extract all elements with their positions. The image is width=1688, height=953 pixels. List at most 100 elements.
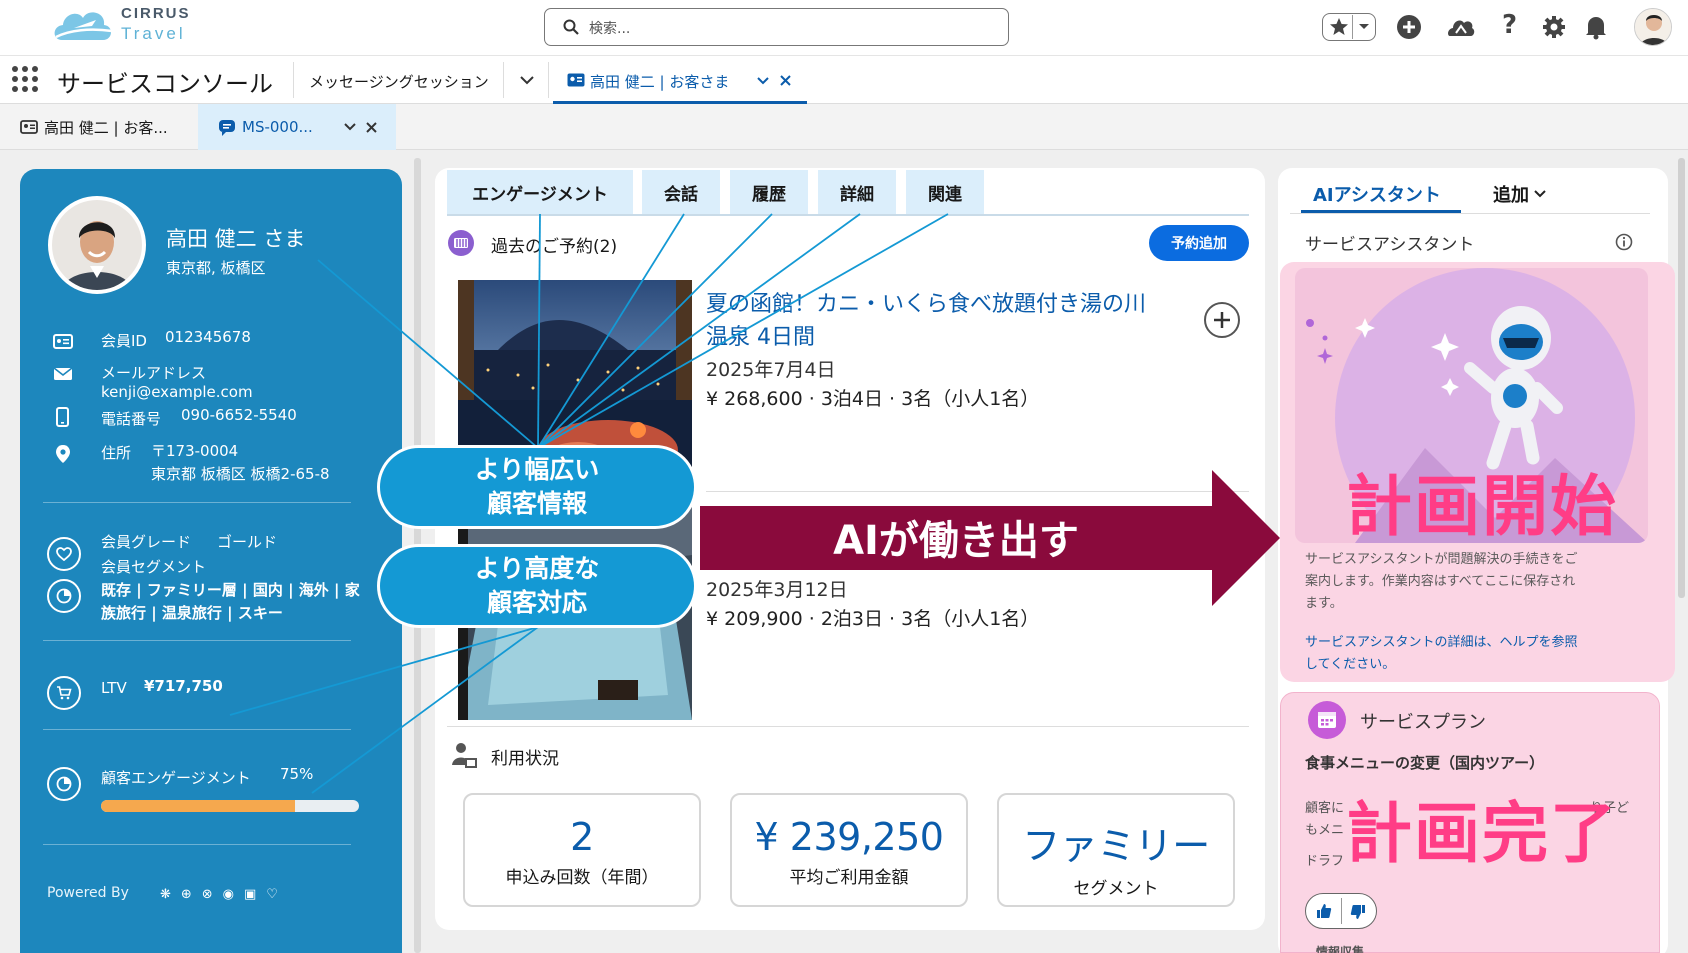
service-plan-item[interactable]: 食事メニューの変更（国内ツアー）	[1305, 752, 1544, 773]
thumbs-up-icon[interactable]	[1316, 903, 1332, 919]
mobile-phone-icon	[56, 407, 69, 427]
notification-bell-icon[interactable]	[1584, 14, 1608, 40]
search-icon	[563, 19, 579, 35]
booking-date: 2025年7月4日	[706, 359, 836, 381]
ltv-label: LTV	[101, 679, 127, 697]
app-launcher-icon[interactable]	[12, 66, 38, 92]
tab-conversation[interactable]: 会話	[642, 170, 720, 214]
chevron-down-icon[interactable]	[344, 123, 356, 131]
tab-ai-assistant[interactable]: AIアシスタント	[1313, 181, 1441, 207]
customer-profile-card: 高田 健二 さま 東京都, 板橋区 会員ID 012345678 メールアドレス…	[20, 169, 402, 953]
engagement-progress-fill	[101, 800, 295, 812]
plan-text-fragment: 顧客に	[1305, 801, 1345, 816]
subtab-messaging-label: MS-000...	[242, 118, 313, 136]
service-plan-title: サービスプラン	[1360, 712, 1486, 733]
plan-complete-label: 計画完了	[1346, 795, 1618, 872]
customer-name: 高田 健二 さま	[166, 227, 306, 251]
id-card-icon	[53, 334, 73, 349]
powered-by-icons: ❋⊕⊗◉▣♡	[160, 887, 288, 902]
tab-more[interactable]: 追加	[1493, 181, 1529, 207]
address-label: 住所	[101, 444, 132, 462]
settings-icon[interactable]	[1542, 15, 1566, 39]
divider	[43, 502, 351, 503]
engagement-icon	[47, 767, 81, 801]
stat-value: ファミリー	[1022, 824, 1210, 868]
bubble-line: より幅広い	[474, 455, 600, 484]
segment-label: 会員セグメント	[101, 558, 207, 576]
phone-value[interactable]: 090-6652-5540	[181, 406, 297, 424]
segment-chart-icon	[47, 579, 81, 613]
user-avatar[interactable]	[1634, 8, 1672, 46]
nav-tab-customer[interactable]: 高田 健二 | お客さま	[553, 56, 807, 104]
assistant-description-line1: サービスアシスタントが問題解決の手続きをご	[1305, 552, 1578, 567]
annotation-bubble-wider-info: より幅広い 顧客情報	[377, 445, 697, 529]
close-icon[interactable]	[366, 122, 377, 133]
stat-label: 平均ご利用金額	[789, 868, 909, 888]
help-icon[interactable]: ?	[1502, 10, 1517, 40]
global-header: CIRRUS Travel 検索... ?	[0, 0, 1688, 56]
booking-title-line2[interactable]: 温泉 4日間	[706, 319, 815, 351]
trailhead-icon[interactable]	[1447, 14, 1475, 40]
global-search-input[interactable]: 検索...	[544, 8, 1009, 46]
assistant-description-line2: 案内します。作業内容はすべてここに保存され	[1305, 574, 1576, 589]
nav-tab-customer-label: 高田 健二 | お客さま	[590, 73, 730, 91]
info-gathering-label: 情報収集	[1316, 945, 1365, 953]
member-id-label: 会員ID	[101, 332, 147, 350]
assistant-help-link-line1[interactable]: サービスアシスタントの詳細は、ヘルプを参照	[1305, 631, 1577, 650]
subtab-customer[interactable]: 高田 健二 | お客...	[0, 104, 198, 150]
plan-text-fragment: ドラフ	[1305, 854, 1345, 869]
chevron-down-icon[interactable]	[1534, 190, 1546, 198]
plan-start-label: 計画開始	[1346, 468, 1618, 545]
stat-value: ¥ 239,250	[754, 815, 944, 859]
cart-icon	[47, 676, 81, 710]
chevron-down-icon	[1359, 24, 1369, 29]
phone-label: 電話番号	[101, 410, 162, 428]
engagement-label: 顧客エンゲージメント	[101, 769, 251, 787]
tab-details[interactable]: 詳細	[818, 170, 896, 214]
divider	[447, 726, 1249, 727]
tab-related[interactable]: 関連	[906, 170, 984, 214]
engagement-value: 75%	[280, 765, 314, 783]
app-navigation-bar: サービスコンソール メッセージングセッション 高田 健二 | お客さま	[0, 56, 1688, 104]
divider	[1290, 213, 1650, 214]
email-label: メールアドレス	[101, 364, 207, 382]
stat-card-segment: ファミリー セグメント	[997, 793, 1235, 907]
chevron-down-icon[interactable]	[757, 77, 769, 85]
feedback-buttons	[1305, 893, 1377, 929]
add-booking-button[interactable]: 予約追加	[1149, 225, 1249, 261]
cirrus-logo-icon[interactable]	[50, 4, 116, 48]
add-circle-icon[interactable]	[1203, 301, 1241, 339]
grade-value: ゴールド	[217, 533, 278, 551]
thumbs-down-icon[interactable]	[1350, 904, 1366, 920]
stat-label: 申込み回数（年間）	[505, 868, 659, 888]
close-icon[interactable]	[780, 75, 791, 86]
divider	[43, 844, 351, 845]
nav-tab-messaging-session[interactable]: メッセージングセッション	[309, 71, 489, 92]
booking-detail: ¥ 209,900 · 2泊3日 · 3名（小人1名）	[706, 608, 1040, 630]
email-icon	[53, 367, 73, 380]
add-icon[interactable]	[1396, 14, 1422, 40]
chevron-down-icon[interactable]	[520, 76, 534, 85]
stat-card-applications: 2 申込み回数（年間）	[463, 793, 701, 907]
plan-text-fragment: もメニ	[1305, 823, 1345, 838]
subtab-messaging[interactable]: MS-000...	[198, 104, 396, 150]
bubble-line: 顧客対応	[486, 588, 587, 617]
usage-title: 利用状況	[491, 749, 559, 769]
tab-engagement[interactable]: エンゲージメント	[447, 170, 633, 214]
booking-detail: ¥ 268,600 · 3泊4日 · 3名（小人1名）	[706, 388, 1040, 410]
booking-title-line1[interactable]: 夏の函館！カニ・いくら食べ放題付き湯の川	[706, 286, 1146, 318]
info-icon[interactable]	[1615, 233, 1633, 251]
assistant-help-link-line2[interactable]: してください。	[1305, 653, 1395, 672]
favorites-button[interactable]	[1322, 13, 1376, 41]
heart-icon	[47, 537, 81, 571]
email-value[interactable]: kenji@example.com	[101, 383, 253, 401]
grade-label: 会員グレード	[101, 533, 192, 551]
engagement-progress-track	[101, 800, 359, 812]
segment-value-line1: 既存 | ファミリー層 | 国内 | 海外 | 家	[101, 581, 360, 599]
right-scrollbar[interactable]	[1678, 158, 1685, 598]
postal-code: 〒173-0004	[151, 442, 239, 460]
tab-history[interactable]: 履歴	[730, 170, 808, 214]
bubble-line: 顧客情報	[486, 489, 587, 518]
customer-photo	[48, 196, 146, 294]
star-icon	[1330, 18, 1348, 35]
